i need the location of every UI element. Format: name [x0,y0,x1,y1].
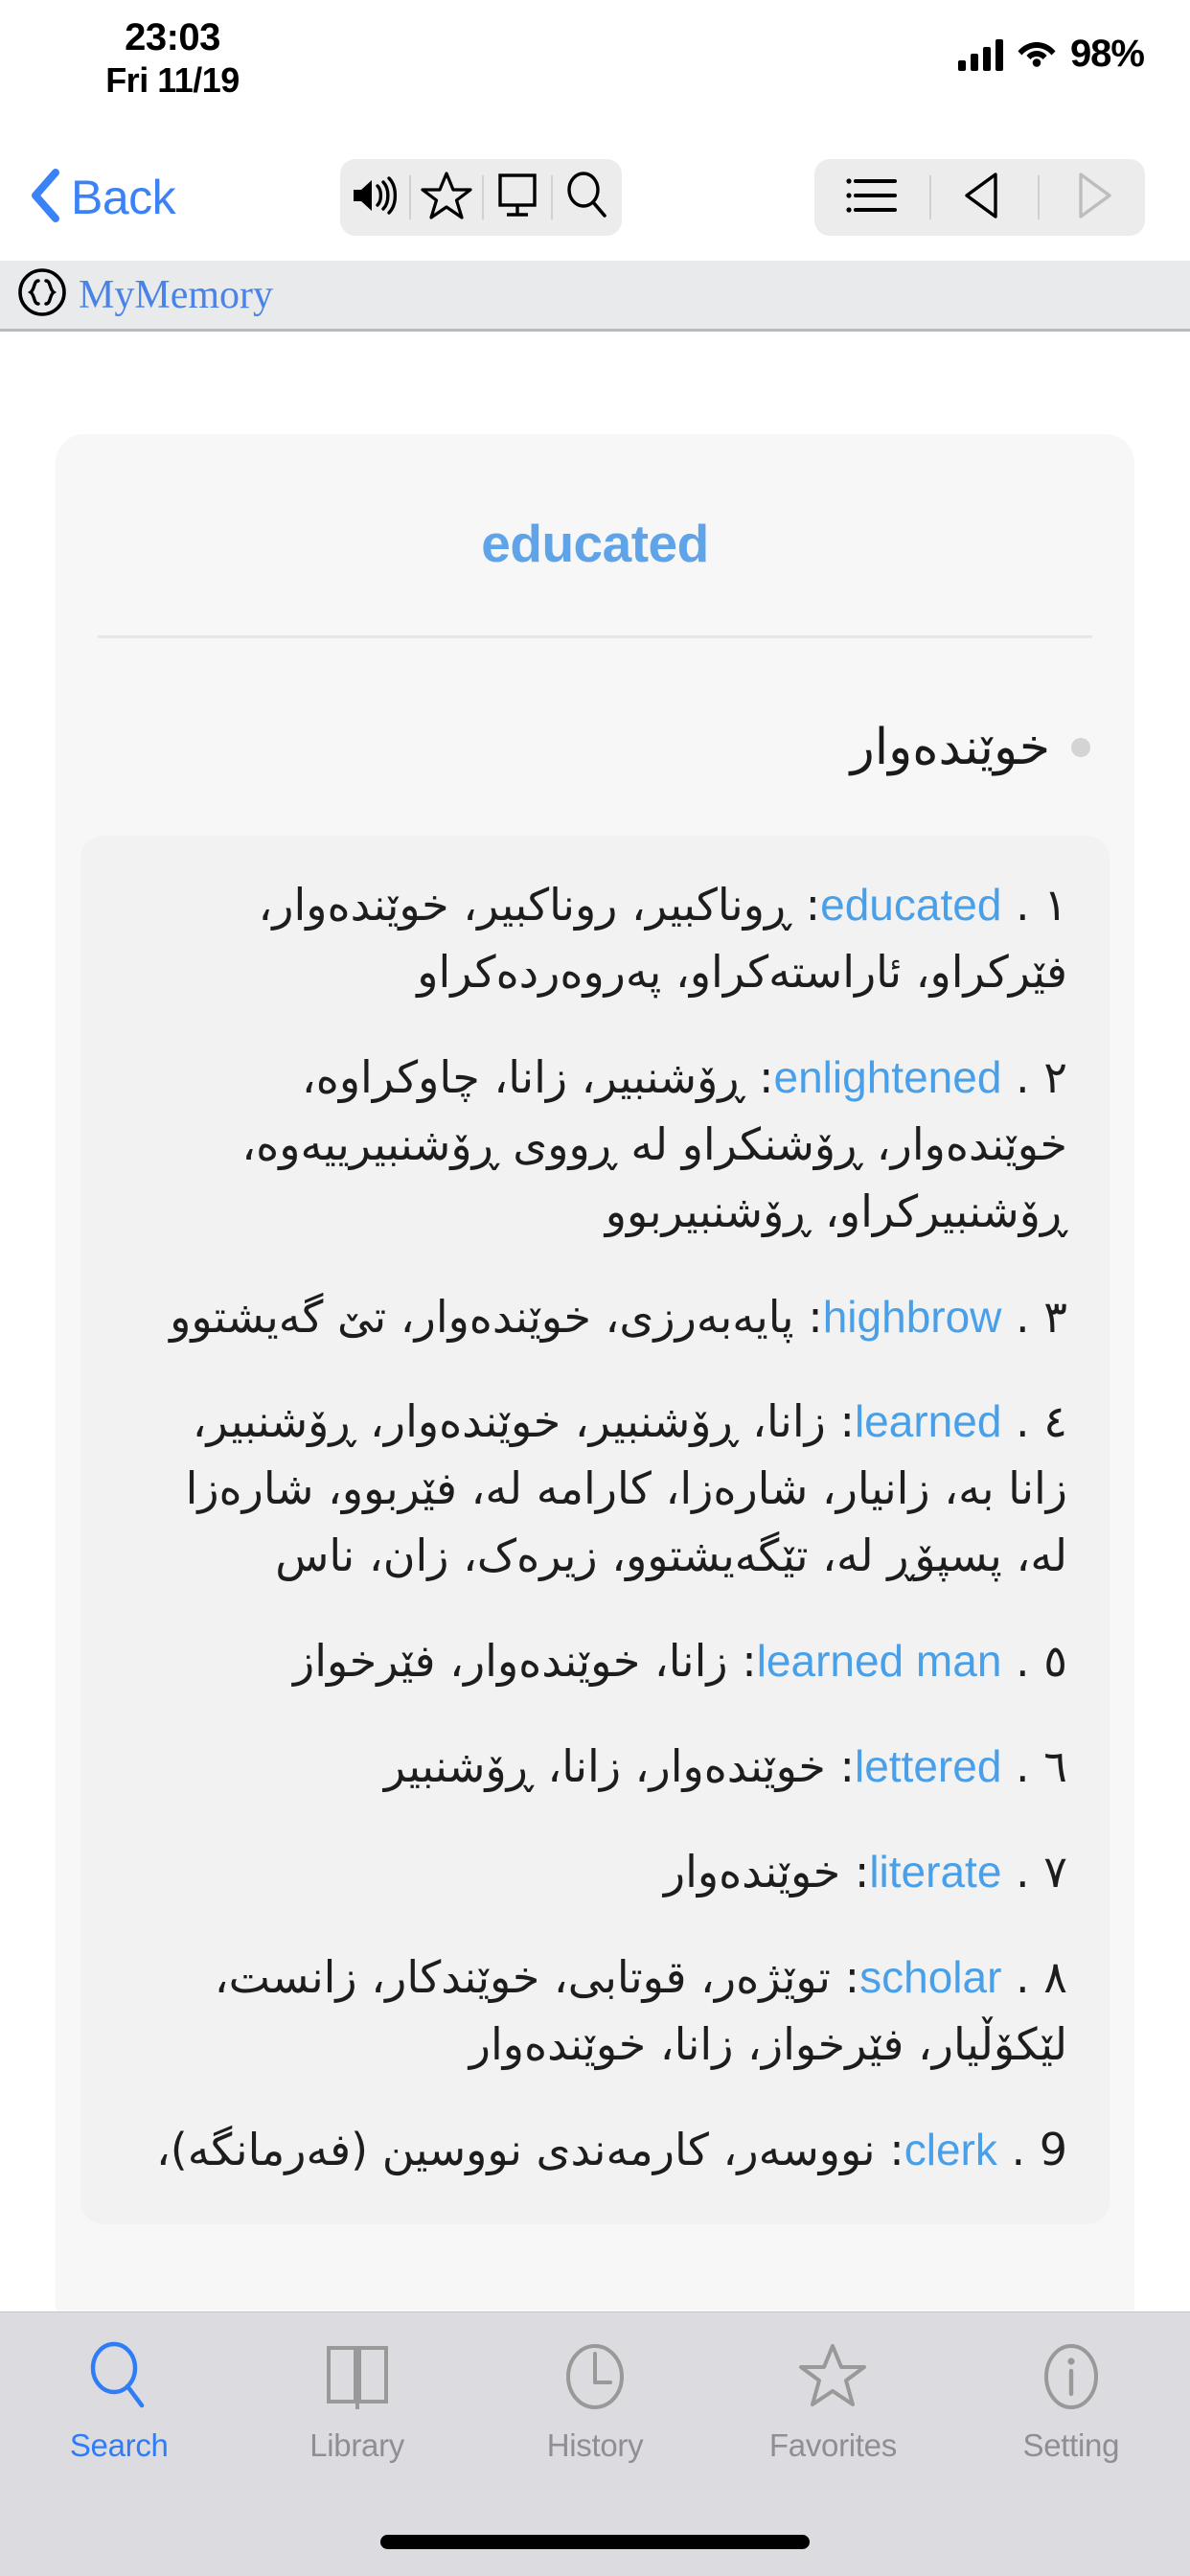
sense-english-term[interactable]: highbrow [823,1292,1002,1342]
sense-colon: : [808,1290,823,1343]
home-indicator[interactable] [380,2535,810,2549]
entry-card: educated خوێندەوار ١ . educated: ڕوناکبی… [56,434,1134,2312]
senses-list: ١ . educated: ڕوناکبیر، روناکبیر، خوێندە… [80,836,1110,2224]
dictionary-source-bar[interactable]: MyMemory [0,261,1190,332]
sense-colon: : [759,1050,774,1103]
tab-library[interactable]: Library [238,2337,475,2464]
sense-colon: : [854,1845,870,1898]
entry-scroll-area[interactable]: educated خوێندەوار ١ . educated: ڕوناکبی… [0,334,1190,2312]
sense-english-term[interactable]: clerk [904,2125,997,2174]
sense-english-term[interactable]: learned man [757,1636,1002,1686]
search-icon [562,171,612,225]
sense-number: ٧ . [1016,1845,1067,1898]
sense-colon: : [839,1740,855,1793]
sense-item: ٥ . learned man: زانا، خوێندەوار، فێرخوا… [109,1628,1081,1695]
sense-english-term[interactable]: scholar [859,1952,1001,2002]
search-icon [84,2337,153,2416]
next-button [1040,159,1145,236]
sense-number: ٦ . [1016,1740,1067,1793]
sense-item: ١ . educated: ڕوناکبیر، روناکبیر، خوێندە… [109,872,1081,1006]
star-icon [421,171,472,225]
tab-label: History [546,2427,644,2463]
sense-number: ٢ . [1016,1050,1067,1103]
sense-colon: : [839,1395,855,1448]
sense-number: ٣ . [1016,1290,1067,1343]
battery-percent: 98% [1069,33,1145,75]
list-button[interactable] [814,159,929,236]
status-bar: 23:03 Fri 11/19 98% [0,0,1190,134]
sense-kurdish-text: پایەبەرزی، خوێندەوار، تێ گەیشتوو [170,1290,794,1343]
sense-english-term[interactable]: educated [820,880,1001,930]
dictionary-source-label: MyMemory [79,272,273,317]
search-button[interactable] [553,159,622,236]
sense-kurdish-text: خوێندەوار، زانا، ڕۆشنبیر [383,1740,826,1793]
star-icon [796,2337,869,2416]
sense-kurdish-text: نووسەر، کارمەندی نووسین (فەرمانگە)، [155,2123,876,2175]
sense-number: 9 . [1011,2123,1067,2175]
navigation-bar: Back [0,134,1190,261]
sense-item: ٧ . literate: خوێندەوار [109,1839,1081,1906]
status-time-date: 23:03 Fri 11/19 [57,15,287,102]
cellular-signal-icon [957,38,1003,71]
sense-kurdish-text: زانا، خوێندەوار، فێرخواز [293,1635,728,1688]
braces-circle-icon [17,267,67,322]
tab-favorites[interactable]: Favorites [714,2337,951,2464]
status-date: Fri 11/19 [105,60,240,101]
tab-search[interactable]: Search [0,2337,238,2464]
sense-colon: : [889,2123,904,2175]
previous-icon [961,171,1007,225]
list-icon [844,173,900,222]
sense-number: ١ . [1016,879,1067,931]
tab-history[interactable]: History [476,2337,714,2464]
display-icon [493,171,541,225]
sense-colon: : [805,879,821,931]
sense-colon: : [742,1635,757,1688]
display-button[interactable] [484,159,551,236]
sense-colon: : [844,1950,860,2003]
sense-item: ٨ . scholar: توێژەر، قوتابی، خوێندکار، ز… [109,1944,1081,2079]
tab-bar: Search Library History Favorites Setting [0,2312,1190,2576]
sense-item: ٢ . enlightened: ڕۆشنبیر، زانا، چاوکراوە… [109,1045,1081,1246]
status-indicators: 98% [957,33,1145,76]
toolbar-primary-group [340,159,622,236]
pronounce-button[interactable] [340,159,409,236]
sense-english-term[interactable]: literate [869,1847,1001,1897]
back-label: Back [71,171,176,224]
toolbar-secondary-group [814,159,1145,236]
tab-label: Favorites [768,2427,897,2463]
tab-setting[interactable]: Setting [952,2337,1190,2464]
status-time: 23:03 [125,16,220,58]
speaker-icon [350,173,400,222]
sense-english-term[interactable]: lettered [855,1741,1001,1791]
sense-number: ٥ . [1016,1635,1067,1688]
headword-text: خوێندەوار [850,719,1050,776]
sense-number: ٤ . [1016,1395,1067,1448]
info-icon [1035,2337,1108,2416]
next-icon [1069,171,1115,225]
sense-number: ٨ . [1016,1950,1067,2003]
tab-label: Search [69,2427,169,2463]
book-icon [321,2337,394,2416]
app-screen: 23:03 Fri 11/19 98% Back MyMemory educat… [0,0,1190,2576]
sense-english-term[interactable]: enlightened [774,1052,1002,1102]
previous-button[interactable] [931,159,1037,236]
tab-label: Setting [1022,2427,1120,2463]
chevron-left-icon [29,168,61,228]
wifi-icon [1017,36,1057,72]
headword-row: خوێندەوار [56,638,1134,776]
clock-icon [559,2337,631,2416]
sense-english-term[interactable]: learned [855,1396,1001,1446]
tab-label: Library [309,2427,404,2463]
sense-item: ٤ . learned: زانا، ڕۆشنبیر، خوێندەوار، ڕ… [109,1389,1081,1590]
sense-kurdish-text: خوێندەوار [663,1845,841,1898]
bullet-icon [1071,738,1090,757]
back-button[interactable]: Back [29,168,176,228]
sense-item: ٦ . lettered: خوێندەوار، زانا، ڕۆشنبیر [109,1734,1081,1801]
entry-title: educated [481,514,709,573]
favorite-button[interactable] [411,159,482,236]
sense-item: 9 . clerk: نووسەر، کارمەندی نووسین (فەرم… [109,2117,1081,2184]
sense-item: ٣ . highbrow: پایەبەرزی، خوێندەوار، تێ گ… [109,1284,1081,1351]
